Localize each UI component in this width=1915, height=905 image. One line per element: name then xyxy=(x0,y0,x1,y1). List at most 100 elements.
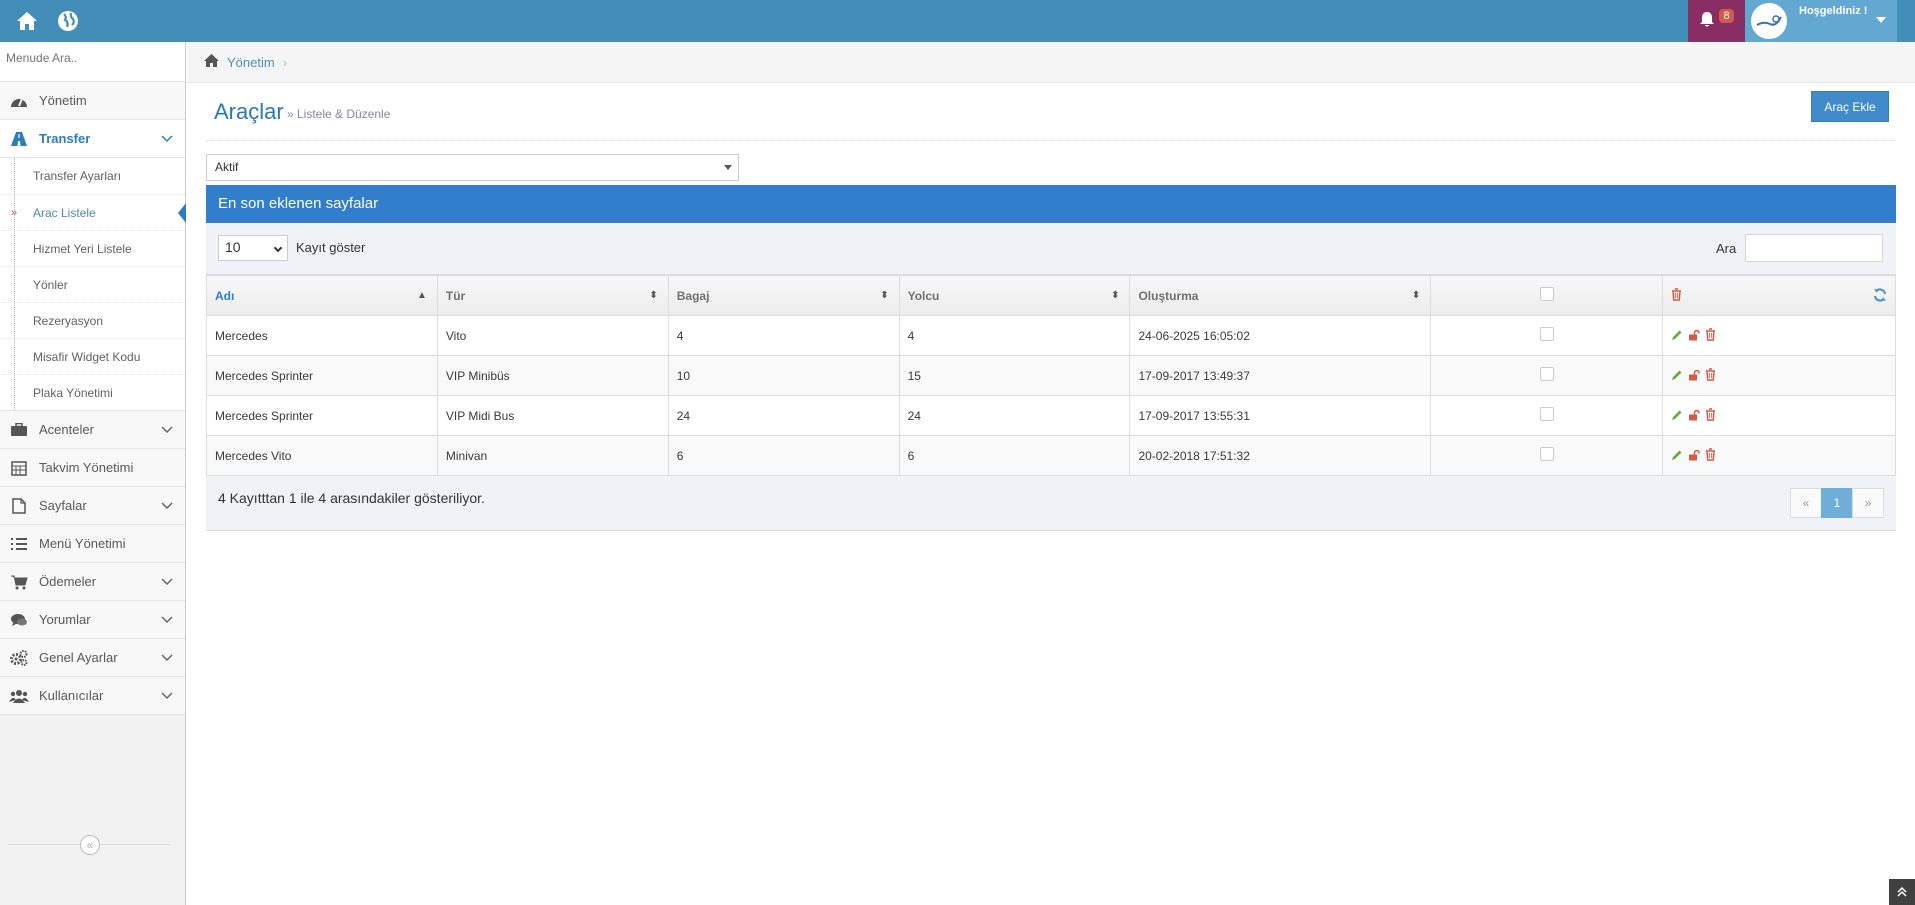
bulk-delete-icon[interactable] xyxy=(1671,287,1682,304)
cell-type: VIP Minibüs xyxy=(436,355,669,396)
sidebar-collapse: « xyxy=(8,835,170,855)
chevron-down-icon xyxy=(161,574,173,589)
briefcase-icon xyxy=(8,421,30,439)
sidebar-item-yonetim[interactable]: Yönetim xyxy=(0,82,185,120)
column-header-yolcu[interactable]: Yolcu ⬍ xyxy=(898,275,1131,316)
delete-icon[interactable] xyxy=(1705,327,1716,344)
column-label: Adı xyxy=(215,288,235,303)
home-icon[interactable] xyxy=(14,8,40,34)
chevron-down-icon xyxy=(161,650,173,665)
user-menu[interactable]: Hoşgeldiniz ! xyxy=(1745,0,1897,42)
active-marker-icon: » xyxy=(11,206,18,219)
sort-icon: ⬍ xyxy=(880,290,889,301)
column-label: Tür xyxy=(445,288,466,303)
column-label: Yolcu xyxy=(907,288,940,303)
cell-select xyxy=(1430,395,1664,436)
row-checkbox[interactable] xyxy=(1539,447,1554,461)
refresh-icon[interactable] xyxy=(1873,288,1887,305)
column-header-tur[interactable]: Tür ⬍ xyxy=(436,275,669,316)
add-vehicle-button[interactable]: Araç Ekle xyxy=(1811,91,1889,122)
sidebar-item-transfer[interactable]: Transfer xyxy=(0,120,185,158)
delete-icon[interactable] xyxy=(1705,367,1716,384)
submenu-label: Arac Listele xyxy=(33,205,96,220)
submenu-item-plaka-yonetimi[interactable]: Plaka Yönetimi xyxy=(0,374,185,410)
submenu-item-arac-listele[interactable]: » Arac Listele xyxy=(0,194,186,230)
comments-icon xyxy=(8,611,30,629)
select-all-checkbox[interactable] xyxy=(1539,287,1554,301)
column-label: Bagaj xyxy=(676,288,710,303)
cell-bagaj: 10 xyxy=(667,355,900,396)
cell-select xyxy=(1430,435,1664,476)
unlock-icon[interactable] xyxy=(1688,329,1700,344)
pager-prev-button[interactable]: « xyxy=(1790,488,1822,518)
pager-next-button[interactable]: » xyxy=(1852,488,1884,518)
sidebar-item-odemeler[interactable]: Ödemeler xyxy=(0,563,185,601)
scroll-top-button[interactable] xyxy=(1889,879,1915,905)
vehicles-table: Adı ▲ Tür ⬍ Bagaj ⬍ Yolcu ⬍ Oluşturma ⬍ Merce… xyxy=(206,275,1896,476)
sidebar-item-takvim[interactable]: Takvim Yönetimi xyxy=(0,449,185,487)
column-label: Oluşturma xyxy=(1138,288,1199,303)
cell-date: 17-09-2017 13:49:37 xyxy=(1129,355,1432,396)
table-footer: 4 Kayıtttan 1 ile 4 arasındakiler göster… xyxy=(206,476,1896,531)
row-checkbox[interactable] xyxy=(1539,327,1554,341)
dashboard-icon xyxy=(8,92,30,110)
menu-search-input[interactable] xyxy=(6,51,179,65)
submenu-item-rezeryasyon[interactable]: Rezeryasyon xyxy=(0,302,185,338)
submenu-label: Plaka Yönetimi xyxy=(33,385,113,400)
users-icon xyxy=(8,687,30,705)
table-toolbar: 10 Kayıt göster Ara xyxy=(206,223,1896,275)
submenu-item-misafir-widget-kodu[interactable]: Misafir Widget Kodu xyxy=(0,338,185,374)
status-filter-select[interactable]: Aktif xyxy=(206,154,739,181)
notifications-button[interactable]: 8 xyxy=(1688,0,1745,42)
sidebar-item-label: Transfer xyxy=(39,131,91,146)
delete-icon[interactable] xyxy=(1705,447,1716,464)
table-info: 4 Kayıtttan 1 ile 4 arasındakiler göster… xyxy=(218,490,485,506)
actions-header xyxy=(1662,275,1896,316)
cogs-icon xyxy=(8,649,30,667)
table-row: Mercedes Sprinter VIP Minibüs 10 15 17-09-20… xyxy=(206,355,1896,396)
page-subtitle: » Listele & Düzenle xyxy=(287,107,391,121)
cell-yolcu: 15 xyxy=(898,355,1131,396)
column-header-adi[interactable]: Adı ▲ xyxy=(206,275,438,316)
submenu-label: Rezeryasyon xyxy=(33,313,104,328)
sidebar-item-acenteler[interactable]: Acenteler xyxy=(0,411,185,449)
unlock-icon[interactable] xyxy=(1688,369,1700,384)
page-length-select[interactable]: 10 xyxy=(218,235,288,261)
cell-date: 17-09-2017 13:55:31 xyxy=(1129,395,1432,436)
double-chevron-left-icon[interactable]: « xyxy=(80,835,100,855)
unlock-icon[interactable] xyxy=(1688,449,1700,464)
table-search-input[interactable] xyxy=(1745,234,1883,262)
edit-icon[interactable] xyxy=(1671,369,1683,384)
list-icon xyxy=(8,535,30,553)
breadcrumb-home-link[interactable]: Yönetim xyxy=(227,55,275,70)
pager-page-button[interactable]: 1 xyxy=(1821,488,1853,518)
row-checkbox[interactable] xyxy=(1539,407,1554,421)
greeting-text: Hoşgeldiniz ! xyxy=(1799,5,1868,17)
globe-icon[interactable] xyxy=(55,8,81,34)
sidebar-item-yorumlar[interactable]: Yorumlar xyxy=(0,601,185,639)
row-checkbox[interactable] xyxy=(1539,367,1554,381)
unlock-icon[interactable] xyxy=(1688,409,1700,424)
chevron-down-icon xyxy=(161,131,173,146)
column-header-olusturma[interactable]: Oluşturma ⬍ xyxy=(1129,275,1432,316)
submenu-item-transfer-ayarlari[interactable]: Transfer Ayarları xyxy=(0,158,185,194)
column-header-bagaj[interactable]: Bagaj ⬍ xyxy=(667,275,900,316)
submenu-item-yonler[interactable]: Yönler xyxy=(0,266,185,302)
sidebar-item-sayfalar[interactable]: Sayfalar xyxy=(0,487,185,525)
cell-type: Minivan xyxy=(436,435,669,476)
delete-icon[interactable] xyxy=(1705,407,1716,424)
cell-yolcu: 24 xyxy=(898,395,1131,436)
sidebar-item-kullanicilar[interactable]: Kullanıcılar xyxy=(0,677,185,715)
edit-icon[interactable] xyxy=(1671,409,1683,424)
submenu-item-hizmet-yeri-listele[interactable]: Hizmet Yeri Listele xyxy=(0,230,185,266)
cell-select xyxy=(1430,315,1664,356)
cell-select xyxy=(1430,355,1664,396)
submenu-label: Hizmet Yeri Listele xyxy=(33,241,132,256)
sidebar-item-menu-yonetimi[interactable]: Menü Yönetimi xyxy=(0,525,185,563)
road-icon xyxy=(8,130,30,148)
notification-count-badge: 8 xyxy=(1719,9,1734,23)
edit-icon[interactable] xyxy=(1671,449,1683,464)
sidebar-item-genel-ayarlar[interactable]: Genel Ayarlar xyxy=(0,639,185,677)
sidebar-item-label: Sayfalar xyxy=(39,498,87,513)
edit-icon[interactable] xyxy=(1671,329,1683,344)
